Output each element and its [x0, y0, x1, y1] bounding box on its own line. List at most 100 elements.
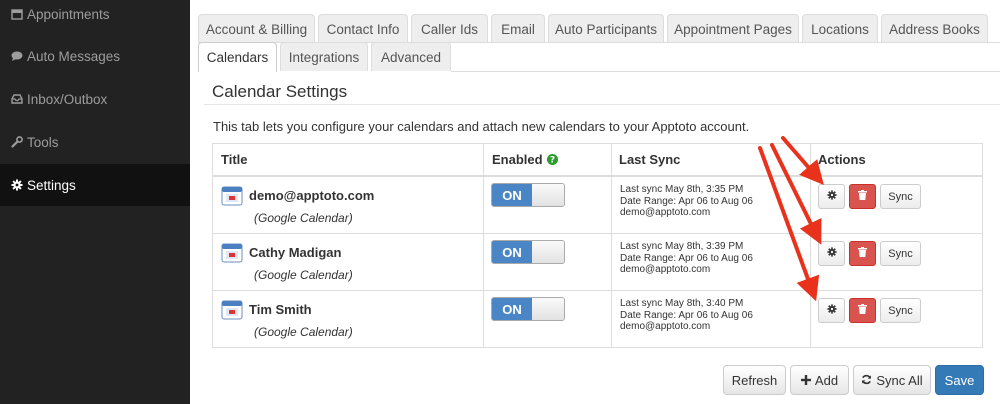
refresh-icon	[861, 373, 872, 388]
sidebar-item-settings[interactable]: Settings	[0, 164, 190, 206]
delete-button[interactable]	[849, 298, 876, 323]
column-header-last-sync: Last Sync	[619, 152, 681, 167]
calendar-name: Tim Smith	[249, 302, 312, 317]
calendar-type: (Google Calendar)	[254, 268, 353, 282]
inbox-icon	[9, 93, 25, 105]
column-header-actions: Actions	[818, 152, 866, 167]
gear-icon	[826, 247, 837, 260]
trash-icon	[858, 190, 867, 203]
tab-label: Email	[501, 21, 535, 37]
last-sync-info: Last sync May 8th, 3:39 PM Date Range: A…	[620, 241, 753, 276]
calendar-icon	[221, 243, 243, 263]
calendar-icon	[221, 300, 243, 320]
calendar-name: demo@apptoto.com	[249, 188, 375, 203]
trash-icon	[858, 247, 867, 260]
sidebar-item-label: Appointments	[27, 6, 110, 22]
tab-calendars[interactable]: Calendars	[198, 42, 277, 72]
settings-button[interactable]	[818, 184, 845, 209]
column-header-enabled: Enabled ?	[484, 144, 558, 175]
divider	[204, 104, 1000, 105]
toggle-on-label: ON	[492, 241, 532, 263]
date-range: Date Range: Apr 06 to Aug 06	[620, 252, 753, 264]
tab-locations[interactable]: Locations	[802, 14, 878, 43]
sync-button-label: Sync	[888, 190, 913, 203]
row-divider	[213, 290, 982, 291]
tab-label: Auto Participants	[554, 21, 658, 37]
sync-account: demo@apptoto.com	[620, 264, 711, 275]
sidebar-item-tools[interactable]: Tools	[0, 121, 190, 163]
sidebar-item-label: Tools	[27, 134, 59, 150]
tab-email[interactable]: Email	[491, 14, 545, 43]
calendar-name: Cathy Madigan	[249, 245, 342, 260]
row-divider	[213, 175, 982, 177]
toggle-knob	[532, 184, 564, 206]
svg-text:?: ?	[549, 156, 554, 165]
plus-icon	[800, 373, 811, 388]
tab-label: Caller Ids	[420, 21, 479, 37]
enabled-toggle[interactable]: ON	[491, 183, 565, 207]
gear-icon	[826, 190, 837, 203]
sidebar-item-label: Auto Messages	[27, 48, 121, 64]
page-title: Calendar Settings	[212, 82, 348, 101]
sync-button[interactable]: Sync	[880, 298, 921, 323]
save-button[interactable]: Save	[935, 365, 984, 395]
gear-icon	[9, 179, 25, 191]
calendar-type: (Google Calendar)	[254, 325, 353, 339]
toggle-on-label: ON	[492, 184, 532, 206]
delete-button[interactable]	[849, 241, 876, 266]
enabled-toggle[interactable]: ON	[491, 297, 565, 321]
tab-label: Locations	[811, 21, 869, 37]
delete-button[interactable]	[849, 184, 876, 209]
tab-divider	[451, 71, 1000, 72]
tab-label: Contact Info	[326, 21, 400, 37]
date-range: Date Range: Apr 06 to Aug 06	[620, 309, 753, 321]
tab-label: Integrations	[288, 49, 360, 65]
tab-label: Calendars	[206, 50, 269, 65]
sidebar-item-auto-messages[interactable]: Auto Messages	[0, 35, 190, 77]
sync-all-button-label: Sync All	[876, 372, 923, 388]
tab-advanced[interactable]: Advanced	[371, 42, 451, 71]
last-sync-time: Last sync May 8th, 3:40 PM	[620, 298, 744, 309]
sidebar-item-label: Settings	[27, 177, 76, 193]
sidebar-item-inbox-outbox[interactable]: Inbox/Outbox	[0, 78, 190, 120]
sync-account: demo@apptoto.com	[620, 207, 711, 218]
last-sync-info: Last sync May 8th, 3:35 PM Date Range: A…	[620, 184, 753, 219]
sync-button[interactable]: Sync	[880, 241, 921, 266]
settings-button[interactable]	[818, 241, 845, 266]
help-icon[interactable]: ?	[546, 154, 558, 165]
tab-caller-ids[interactable]: Caller Ids	[411, 14, 488, 43]
settings-button[interactable]	[818, 298, 845, 323]
sync-button[interactable]: Sync	[880, 184, 921, 209]
tab-integrations[interactable]: Integrations	[280, 42, 368, 71]
trash-icon	[858, 304, 867, 317]
sidebar-item-appointments[interactable]: Appointments	[0, 0, 190, 35]
sync-button-label: Sync	[888, 247, 913, 260]
calendar-type: (Google Calendar)	[254, 211, 353, 225]
sidebar-item-label: Inbox/Outbox	[27, 91, 108, 107]
calendar-icon	[221, 186, 243, 206]
sidebar: Appointments Auto Messages Inbox/Outbox …	[0, 0, 190, 404]
tab-auto-participants[interactable]: Auto Participants	[548, 14, 664, 43]
refresh-button-label: Refresh	[731, 372, 778, 388]
add-button[interactable]: Add	[790, 365, 849, 395]
tab-account-billing[interactable]: Account & Billing	[198, 14, 315, 43]
save-button-label: Save	[944, 372, 975, 388]
toggle-on-label: ON	[492, 298, 532, 320]
tab-address-books[interactable]: Address Books	[881, 14, 988, 43]
tab-label: Advanced	[380, 49, 442, 65]
column-header-enabled-label: Enabled	[492, 152, 543, 167]
sync-all-button[interactable]: Sync All	[853, 365, 931, 395]
tab-label: Appointment Pages	[674, 21, 792, 37]
toggle-knob	[532, 241, 564, 263]
refresh-button[interactable]: Refresh	[723, 365, 786, 395]
gear-icon	[826, 304, 837, 317]
section-description: This tab lets you configure your calenda…	[213, 119, 750, 134]
enabled-toggle[interactable]: ON	[491, 240, 565, 264]
date-range: Date Range: Apr 06 to Aug 06	[620, 195, 753, 207]
tab-appointment-pages[interactable]: Appointment Pages	[667, 14, 799, 43]
calendar-icon	[9, 8, 25, 20]
tab-contact-info[interactable]: Contact Info	[318, 14, 408, 43]
tab-label: Address Books	[889, 21, 980, 37]
toggle-knob	[532, 298, 564, 320]
add-button-label: Add	[814, 372, 839, 388]
